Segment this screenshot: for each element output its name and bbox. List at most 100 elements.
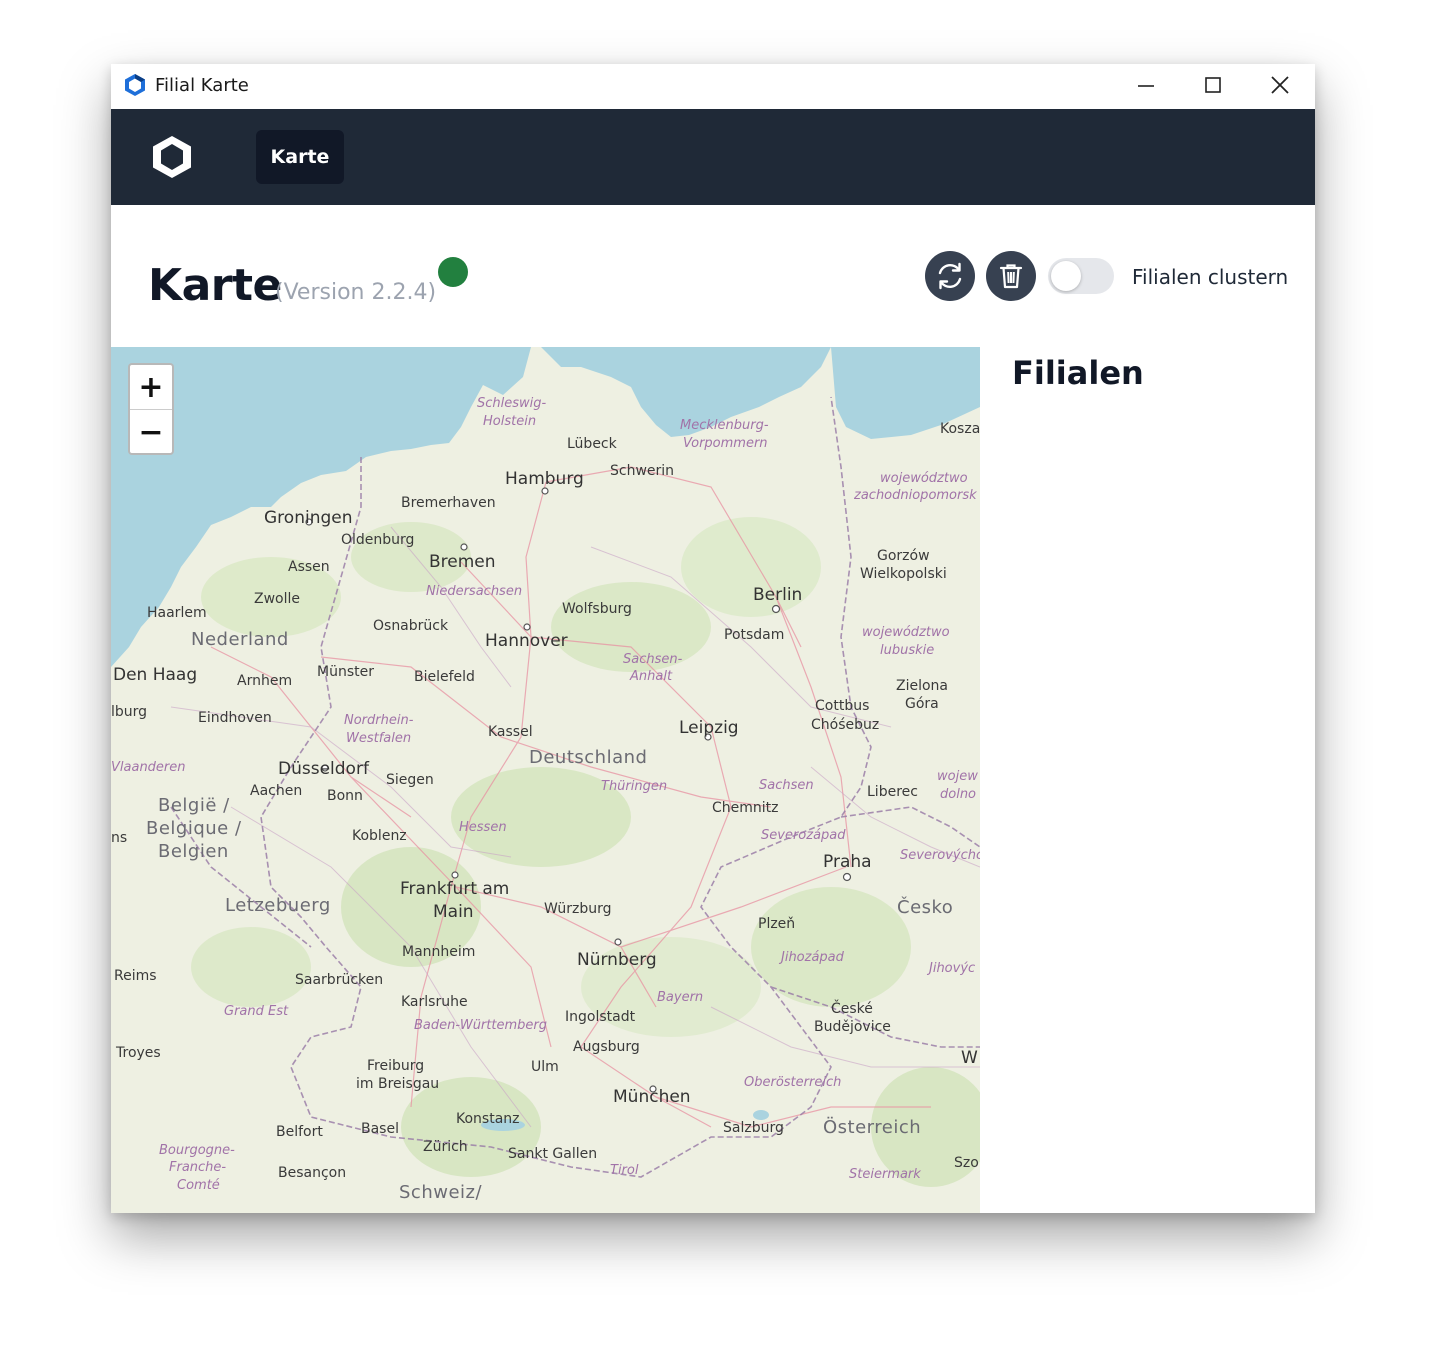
map-label: Groningen (264, 508, 353, 528)
minimize-icon (1138, 85, 1154, 87)
map-label: Ulm (531, 1059, 559, 1075)
map-label: Zwolle (254, 591, 300, 607)
map-label: Česko (897, 897, 954, 918)
map-label: Düsseldorf (278, 759, 369, 779)
map-label: Bonn (327, 788, 363, 804)
filialen-panel-title: Filialen (1012, 354, 1144, 392)
map-label: Osnabrück (373, 618, 449, 634)
map-label: Hessen (459, 820, 507, 835)
map-label: Góra (905, 696, 939, 712)
map-label: W (961, 1048, 978, 1068)
refresh-button[interactable] (925, 251, 975, 301)
map-label: Belgique / (146, 818, 242, 839)
map-label: im Breisgau (356, 1076, 440, 1092)
map-label: Grand Est (224, 1004, 289, 1019)
zoom-in-button[interactable]: + (130, 365, 172, 410)
maximize-button[interactable] (1180, 64, 1246, 106)
map-label: België / (158, 795, 230, 816)
map-label: Szo (954, 1155, 979, 1171)
map-label: Holstein (483, 414, 537, 429)
map-label: Arnhem (237, 673, 293, 689)
map-label: Steiermark (849, 1167, 921, 1182)
map-label: Mecklenburg- (680, 418, 769, 433)
map-label: Salzburg (723, 1120, 784, 1136)
map-label: Franche- (169, 1160, 227, 1175)
map-label: Augsburg (573, 1039, 640, 1055)
map-label: Schweiz/ (399, 1182, 483, 1203)
tab-karte[interactable]: Karte (256, 130, 344, 184)
map-label: Cottbus (815, 698, 870, 714)
map-label: České (831, 1001, 873, 1017)
map-label: Wielkopolski (860, 566, 947, 582)
map-label: Ingolstadt (565, 1009, 636, 1025)
map-label: wojew (937, 769, 978, 784)
map-label: Thüringen (601, 779, 668, 794)
map-label: Karlsruhe (401, 994, 468, 1010)
map-label: Bielefeld (414, 669, 475, 685)
zoom-out-button[interactable]: − (130, 410, 172, 454)
map-label: lubuskie (880, 643, 935, 658)
map-label: Frankfurt am (400, 879, 510, 899)
map-label: zachodniopomorsk (854, 488, 977, 503)
map-label: Berlin (753, 585, 803, 605)
map-label: Hannover (485, 631, 568, 651)
map-label: Liberec (867, 784, 918, 800)
map-label: Budějovice (814, 1019, 891, 1035)
map-label: Severozápad (761, 828, 846, 843)
map-label: Freiburg (367, 1058, 425, 1074)
map-label: Sankt Gallen (508, 1146, 598, 1162)
zoom-control: + − (128, 363, 174, 455)
map-label: Den Haag (113, 665, 198, 685)
map-label: Oberösterreich (744, 1075, 842, 1090)
map-label: Wolfsburg (562, 601, 632, 617)
cluster-toggle[interactable] (1048, 258, 1114, 294)
close-button[interactable] (1247, 64, 1313, 106)
map-label: Bourgogne- (159, 1143, 235, 1158)
map-label: Gorzów (877, 548, 930, 564)
window-title: Filial Karte (155, 75, 249, 96)
maximize-icon (1205, 77, 1221, 93)
cluster-toggle-label: Filialen clustern (1132, 265, 1289, 289)
map-label: Plzeň (758, 916, 796, 932)
delete-button[interactable] (986, 251, 1036, 301)
map-label: Basel (361, 1121, 399, 1137)
map-label: Kassel (488, 724, 533, 740)
map-label: lburg (111, 704, 148, 720)
map-label: dolno (940, 787, 977, 802)
map-label: Nürnberg (577, 950, 657, 970)
map-label: Vlaanderen (111, 760, 186, 775)
minimize-button[interactable] (1113, 64, 1179, 106)
map-label: Praha (823, 852, 872, 872)
map-label: Jihozápad (781, 950, 844, 965)
map-label: Anhalt (630, 669, 673, 684)
map-label: Zielona (896, 678, 949, 694)
map-label: Haarlem (147, 605, 207, 621)
map-label: Vorpommern (683, 436, 768, 451)
map-view[interactable]: + − Deutschland Nederland België / Belgi… (111, 347, 980, 1213)
map-label: Bremerhaven (401, 495, 496, 511)
map-label: Besançon (278, 1165, 347, 1181)
map-label: Leipzig (679, 718, 739, 738)
map-label: Sachsen (759, 778, 814, 793)
map-label: Eindhoven (198, 710, 272, 726)
map-label: Severovýchc (900, 848, 980, 863)
map-label: Kosza (940, 421, 980, 437)
map-label: Deutschland (529, 747, 648, 768)
map-label: Belgien (158, 841, 229, 862)
map-label: Baden-Württemberg (414, 1018, 547, 1033)
map-label: Schwerin (610, 463, 675, 479)
map-label: Sachsen- (623, 652, 683, 667)
map-label: Tirol (610, 1163, 639, 1178)
map-label: Assen (288, 559, 330, 575)
map-label: Chóśebuz (811, 717, 880, 733)
hexagon-logo-icon[interactable] (149, 134, 195, 180)
map-label: ns (111, 830, 128, 846)
map-label: Konstanz (456, 1111, 520, 1127)
map-label: Chemnitz (712, 800, 779, 816)
map-label: Münster (317, 664, 374, 680)
refresh-icon (938, 262, 962, 290)
version-label: (Version 2.2.4) (275, 280, 437, 305)
map-label: województwo (862, 625, 950, 640)
map-label: Main (433, 902, 474, 922)
toggle-knob (1051, 261, 1081, 291)
